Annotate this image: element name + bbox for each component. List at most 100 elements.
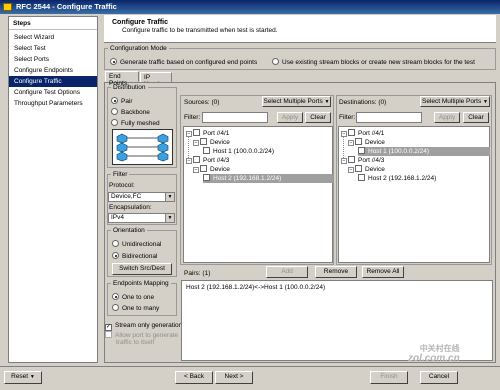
checkbox-icon [355,138,362,145]
destinations-tree-device-2[interactable]: − Device [348,165,385,174]
encapsulation-select[interactable]: IPv4 ▼ [108,213,175,223]
reset-button[interactable]: Reset ▼ [4,371,42,384]
sources-tree-host-2[interactable]: Host 2 (192.168.1.2/24) [203,174,333,183]
checkbox-icon [193,129,200,136]
orientation-bidirectional-radio[interactable]: Bidirectional [112,252,157,260]
destinations-tree-host-1[interactable]: Host 1 (100.0.0.2/24) [358,147,490,156]
host-label: Host 2 (192.168.1.2/24) [213,175,282,182]
allow-self-traffic-label-2: traffic to itself [116,339,155,346]
step-configure-test-options[interactable]: Configure Test Options [9,87,97,98]
distribution-backbone-label: Backbone [121,109,150,116]
allow-self-traffic-checkbox[interactable]: Allow port to generate [105,331,178,339]
list-item[interactable]: Host 2 (192.168.1.2/24)<->Host 1 (100.0.… [186,284,325,293]
window-title-bar[interactable]: RFC 2544 - Configure Traffic [0,0,500,14]
collapse-icon: − [186,158,192,164]
topology-diagram [112,129,173,165]
back-button[interactable]: < Back [175,371,213,384]
distribution-backbone-radio[interactable]: Backbone [111,108,150,116]
sources-tree-host-1[interactable]: Host 1 (100.0.0.2/24) [203,147,274,156]
chevron-down-icon: ▼ [165,193,174,201]
endpoints-mapping-legend: Endpoints Mapping [113,280,169,287]
sources-tree-port-4-1[interactable]: − Port //4/1 [186,129,229,138]
pairs-label: Pairs: (1) [184,270,211,277]
tab-end-points[interactable]: End Points [105,71,139,87]
app-icon [3,3,12,11]
step-select-test[interactable]: Select Test [9,43,97,54]
sources-clear-button[interactable]: Clear [305,112,331,123]
stream-only-label: Stream only generation [115,322,183,329]
switch-src-dest-button[interactable]: Switch Src/Dest [112,263,172,275]
sources-tree-device-2[interactable]: − Device [193,165,230,174]
sources-filter-input[interactable] [202,112,268,123]
pair-topology-icon [116,133,169,162]
destinations-label: Destinations: (0) [339,99,387,106]
step-configure-endpoints[interactable]: Configure Endpoints [9,65,97,76]
steps-sidebar: Steps Select Wizard Select Test Select P… [8,16,98,363]
destinations-tree-host-2[interactable]: Host 2 (192.168.1.2/24) [358,174,436,183]
destinations-apply-button[interactable]: Apply [434,112,460,123]
protocol-select[interactable]: Device,FC ▼ [108,192,175,202]
step-throughput-parameters[interactable]: Throughput Parameters [9,98,97,109]
mapping-one-to-many-radio[interactable]: One to many [112,304,159,312]
distribution-fully-meshed-radio[interactable]: Fully meshed [111,119,160,127]
radio-selected-icon [112,293,119,300]
step-select-ports[interactable]: Select Ports [9,54,97,65]
checkbox-icon [200,165,207,172]
chevron-down-icon: ▼ [324,99,330,105]
destinations-filter-input[interactable] [356,112,422,123]
chevron-down-icon: ▼ [483,99,488,105]
checkbox-icon [348,156,355,163]
stream-only-checkbox[interactable]: ✓ Stream only generation [105,322,182,331]
orientation-unidirectional-radio[interactable]: Unidirectional [112,240,161,248]
port-label: Port //4/3 [358,157,385,164]
destinations-tree[interactable]: − Port //4/1 − Device Host 1 (100.0.0.2/24… [338,126,490,263]
finish-button[interactable]: Finish [370,371,408,384]
destinations-select-multiple-ports-button[interactable]: Select Multiple Ports ▼ [420,96,490,107]
chevron-down-icon: ▼ [29,374,35,380]
step-configure-traffic[interactable]: Configure Traffic [9,76,97,87]
destinations-filter-label: Filter: [339,114,356,121]
distribution-pair-radio[interactable]: Pair [111,97,133,105]
one-to-one-label: One to one [122,294,155,301]
sources-tree-device-1[interactable]: − Device [193,138,230,147]
radio-icon [111,108,118,115]
pairs-remove-button[interactable]: Remove [315,266,357,278]
page-header: Configure Traffic Configure traffic to b… [104,15,496,43]
port-label: Port //4/1 [203,130,230,137]
cancel-button[interactable]: Cancel [420,371,458,384]
mapping-one-to-one-radio[interactable]: One to one [112,293,154,301]
radio-icon [112,304,119,311]
unidirectional-label: Unidirectional [122,241,162,248]
page-subtitle: Configure traffic to be transmitted when… [122,27,278,34]
mode-generate-radio[interactable]: Generate traffic based on configured end… [110,58,257,66]
next-button[interactable]: Next > [215,371,253,384]
collapse-icon: − [186,131,192,137]
radio-icon [111,119,118,126]
step-select-wizard[interactable]: Select Wizard [9,32,97,43]
destinations-select-multiple-label: Select Multiple Ports [421,98,482,105]
sources-filter-label: Filter: [184,114,201,121]
watermark-url: zol.com.cn [408,353,460,364]
destinations-tree-port-4-1[interactable]: − Port //4/1 [341,129,384,138]
sources-tree[interactable]: − Port //4/1 − Device Host 1 (100.0.0.2/24… [183,126,333,263]
destinations-tree-device-1[interactable]: − Device [348,138,385,147]
destinations-clear-button[interactable]: Clear [463,112,489,123]
sources-tree-port-4-3[interactable]: − Port //4/3 [186,156,229,165]
pairs-remove-all-button[interactable]: Remove All [362,266,404,278]
collapse-icon: − [348,140,354,146]
mode-existing-radio[interactable]: Use existing stream blocks or create new… [272,58,475,66]
checkbox-icon [203,147,210,154]
checkmark-icon: ✓ [105,324,112,331]
destinations-tree-port-4-3[interactable]: − Port //4/3 [341,156,384,165]
chevron-down-icon: ▼ [165,214,174,222]
mode-generate-label: Generate traffic based on configured end… [120,59,258,66]
steps-header: Steps [9,17,97,30]
sources-label: Sources: (0) [184,99,220,106]
pairs-add-button[interactable]: Add [266,266,308,278]
sources-apply-button[interactable]: Apply [277,112,303,123]
checkbox-icon [193,156,200,163]
sources-select-multiple-label: Select Multiple Ports [263,98,323,105]
checkbox-icon [348,129,355,136]
sources-select-multiple-ports-button[interactable]: Select Multiple Ports ▼ [262,96,331,107]
page-title: Configure Traffic [112,19,169,26]
